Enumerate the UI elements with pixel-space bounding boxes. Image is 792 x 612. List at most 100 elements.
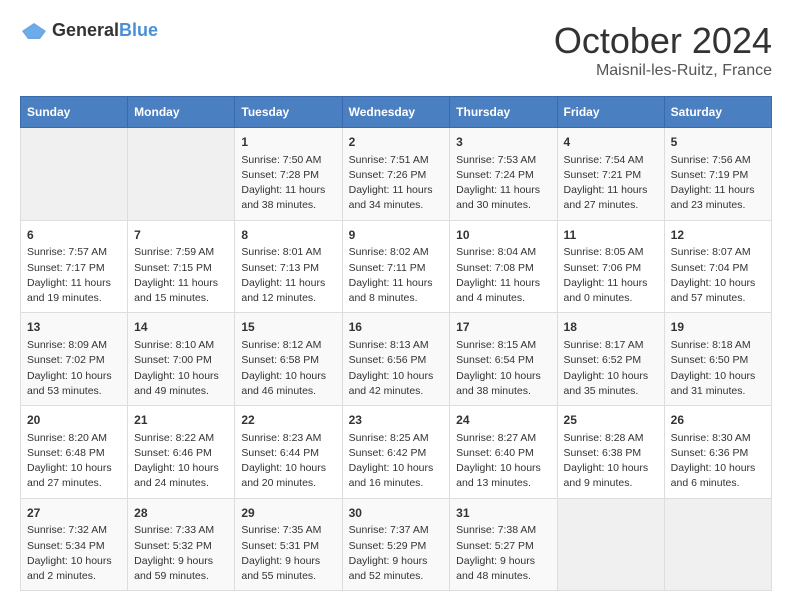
day-info: Sunrise: 7:50 AM Sunset: 7:28 PM Dayligh… <box>241 153 335 214</box>
day-info: Sunrise: 8:18 AM Sunset: 6:50 PM Dayligh… <box>671 338 765 399</box>
day-info: Sunrise: 7:57 AM Sunset: 7:17 PM Dayligh… <box>27 245 121 306</box>
weekday-header-friday: Friday <box>557 97 664 128</box>
day-number: 2 <box>349 134 444 151</box>
calendar-cell: 28Sunrise: 7:33 AM Sunset: 5:32 PM Dayli… <box>128 498 235 591</box>
day-number: 29 <box>241 505 335 522</box>
calendar-week-row: 27Sunrise: 7:32 AM Sunset: 5:34 PM Dayli… <box>21 498 772 591</box>
day-number: 25 <box>564 412 658 429</box>
calendar-cell: 27Sunrise: 7:32 AM Sunset: 5:34 PM Dayli… <box>21 498 128 591</box>
day-info: Sunrise: 8:27 AM Sunset: 6:40 PM Dayligh… <box>456 431 550 492</box>
day-number: 30 <box>349 505 444 522</box>
day-number: 18 <box>564 319 658 336</box>
calendar-cell: 29Sunrise: 7:35 AM Sunset: 5:31 PM Dayli… <box>235 498 342 591</box>
weekday-header-monday: Monday <box>128 97 235 128</box>
day-info: Sunrise: 8:01 AM Sunset: 7:13 PM Dayligh… <box>241 245 335 306</box>
day-number: 27 <box>27 505 121 522</box>
day-number: 24 <box>456 412 550 429</box>
day-number: 22 <box>241 412 335 429</box>
calendar-cell: 14 Sunrise: 8:10 AM Sunset: 7:00 PM Dayli… <box>128 313 235 406</box>
calendar-table: SundayMondayTuesdayWednesdayThursdayFrid… <box>20 96 772 591</box>
day-number: 11 <box>564 227 658 244</box>
logo: GeneralBlue <box>20 20 158 41</box>
calendar-cell: 18 Sunrise: 8:17 AM Sunset: 6:52 PM Dayli… <box>557 313 664 406</box>
calendar-cell: 7Sunrise: 7:59 AM Sunset: 7:15 PM Daylig… <box>128 220 235 313</box>
calendar-cell: 2Sunrise: 7:51 AM Sunset: 7:26 PM Daylig… <box>342 128 450 221</box>
day-info: Sunrise: 8:02 AM Sunset: 7:11 PM Dayligh… <box>349 245 444 306</box>
calendar-cell: 31Sunrise: 7:38 AM Sunset: 5:27 PM Dayli… <box>450 498 557 591</box>
day-number: 5 <box>671 134 765 151</box>
calendar-cell <box>664 498 771 591</box>
day-info: Sunrise: 8:04 AM Sunset: 7:08 PM Dayligh… <box>456 245 550 306</box>
day-info: Sunrise: 8:05 AM Sunset: 7:06 PM Dayligh… <box>564 245 658 306</box>
title-block: October 2024 Maisnil-les-Ruitz, France <box>554 20 772 80</box>
day-info: Sunrise: 8:13 AM Sunset: 6:56 PM Dayligh… <box>349 338 444 399</box>
day-number: 8 <box>241 227 335 244</box>
calendar-cell: 13Sunrise: 8:09 AM Sunset: 7:02 PM Dayli… <box>21 313 128 406</box>
calendar-cell <box>21 128 128 221</box>
day-number: 23 <box>349 412 444 429</box>
day-info: Sunrise: 8:20 AM Sunset: 6:48 PM Dayligh… <box>27 431 121 492</box>
day-number: 7 <box>134 227 228 244</box>
calendar-cell: 3Sunrise: 7:53 AM Sunset: 7:24 PM Daylig… <box>450 128 557 221</box>
calendar-cell: 8Sunrise: 8:01 AM Sunset: 7:13 PM Daylig… <box>235 220 342 313</box>
calendar-cell: 12Sunrise: 8:07 AM Sunset: 7:04 PM Dayli… <box>664 220 771 313</box>
day-number: 1 <box>241 134 335 151</box>
day-info: Sunrise: 7:38 AM Sunset: 5:27 PM Dayligh… <box>456 523 550 584</box>
calendar-cell <box>557 498 664 591</box>
day-number: 14 <box>134 319 228 336</box>
calendar-cell <box>128 128 235 221</box>
calendar-header-row: SundayMondayTuesdayWednesdayThursdayFrid… <box>21 97 772 128</box>
calendar-cell: 6Sunrise: 7:57 AM Sunset: 7:17 PM Daylig… <box>21 220 128 313</box>
day-number: 4 <box>564 134 658 151</box>
page-header: GeneralBlue October 2024 Maisnil-les-Rui… <box>20 20 772 80</box>
day-number: 31 <box>456 505 550 522</box>
day-number: 20 <box>27 412 121 429</box>
calendar-cell: 22 Sunrise: 8:23 AM Sunset: 6:44 PM Dayli… <box>235 406 342 499</box>
day-info: Sunrise: 8:28 AM Sunset: 6:38 PM Dayligh… <box>564 431 658 492</box>
calendar-week-row: 6Sunrise: 7:57 AM Sunset: 7:17 PM Daylig… <box>21 220 772 313</box>
weekday-header-wednesday: Wednesday <box>342 97 450 128</box>
day-info: Sunrise: 8:23 AM Sunset: 6:44 PM Dayligh… <box>241 431 335 492</box>
calendar-cell: 19 Sunrise: 8:18 AM Sunset: 6:50 PM Dayli… <box>664 313 771 406</box>
calendar-week-row: 1 Sunrise: 7:50 AM Sunset: 7:28 PM Daylig… <box>21 128 772 221</box>
day-info: Sunrise: 8:09 AM Sunset: 7:02 PM Dayligh… <box>27 338 121 399</box>
calendar-cell: 30Sunrise: 7:37 AM Sunset: 5:29 PM Dayli… <box>342 498 450 591</box>
day-number: 12 <box>671 227 765 244</box>
day-info: Sunrise: 7:33 AM Sunset: 5:32 PM Dayligh… <box>134 523 228 584</box>
day-info: Sunrise: 8:15 AM Sunset: 6:54 PM Dayligh… <box>456 338 550 399</box>
day-info: Sunrise: 8:07 AM Sunset: 7:04 PM Dayligh… <box>671 245 765 306</box>
logo-icon <box>20 21 48 41</box>
day-info: Sunrise: 8:22 AM Sunset: 6:46 PM Dayligh… <box>134 431 228 492</box>
calendar-cell: 16 Sunrise: 8:13 AM Sunset: 6:56 PM Dayli… <box>342 313 450 406</box>
calendar-cell: 4 Sunrise: 7:54 AM Sunset: 7:21 PM Daylig… <box>557 128 664 221</box>
calendar-cell: 10Sunrise: 8:04 AM Sunset: 7:08 PM Dayli… <box>450 220 557 313</box>
day-number: 19 <box>671 319 765 336</box>
day-info: Sunrise: 7:37 AM Sunset: 5:29 PM Dayligh… <box>349 523 444 584</box>
calendar-cell: 5 Sunrise: 7:56 AM Sunset: 7:19 PM Daylig… <box>664 128 771 221</box>
day-info: Sunrise: 7:56 AM Sunset: 7:19 PM Dayligh… <box>671 153 765 214</box>
day-number: 3 <box>456 134 550 151</box>
weekday-header-tuesday: Tuesday <box>235 97 342 128</box>
day-number: 9 <box>349 227 444 244</box>
day-info: Sunrise: 8:30 AM Sunset: 6:36 PM Dayligh… <box>671 431 765 492</box>
calendar-cell: 15Sunrise: 8:12 AM Sunset: 6:58 PM Dayli… <box>235 313 342 406</box>
weekday-header-sunday: Sunday <box>21 97 128 128</box>
logo-blue: Blue <box>119 20 158 40</box>
day-number: 10 <box>456 227 550 244</box>
day-info: Sunrise: 8:25 AM Sunset: 6:42 PM Dayligh… <box>349 431 444 492</box>
weekday-header-saturday: Saturday <box>664 97 771 128</box>
calendar-week-row: 13Sunrise: 8:09 AM Sunset: 7:02 PM Dayli… <box>21 313 772 406</box>
day-info: Sunrise: 7:59 AM Sunset: 7:15 PM Dayligh… <box>134 245 228 306</box>
day-info: Sunrise: 7:32 AM Sunset: 5:34 PM Dayligh… <box>27 523 121 584</box>
calendar-cell: 25 Sunrise: 8:28 AM Sunset: 6:38 PM Dayli… <box>557 406 664 499</box>
day-info: Sunrise: 7:54 AM Sunset: 7:21 PM Dayligh… <box>564 153 658 214</box>
calendar-cell: 23 Sunrise: 8:25 AM Sunset: 6:42 PM Dayli… <box>342 406 450 499</box>
day-number: 28 <box>134 505 228 522</box>
day-info: Sunrise: 8:17 AM Sunset: 6:52 PM Dayligh… <box>564 338 658 399</box>
day-info: Sunrise: 8:10 AM Sunset: 7:00 PM Dayligh… <box>134 338 228 399</box>
calendar-cell: 17Sunrise: 8:15 AM Sunset: 6:54 PM Dayli… <box>450 313 557 406</box>
day-number: 16 <box>349 319 444 336</box>
month-title: October 2024 <box>554 20 772 62</box>
day-number: 6 <box>27 227 121 244</box>
calendar-week-row: 20 Sunrise: 8:20 AM Sunset: 6:48 PM Dayli… <box>21 406 772 499</box>
